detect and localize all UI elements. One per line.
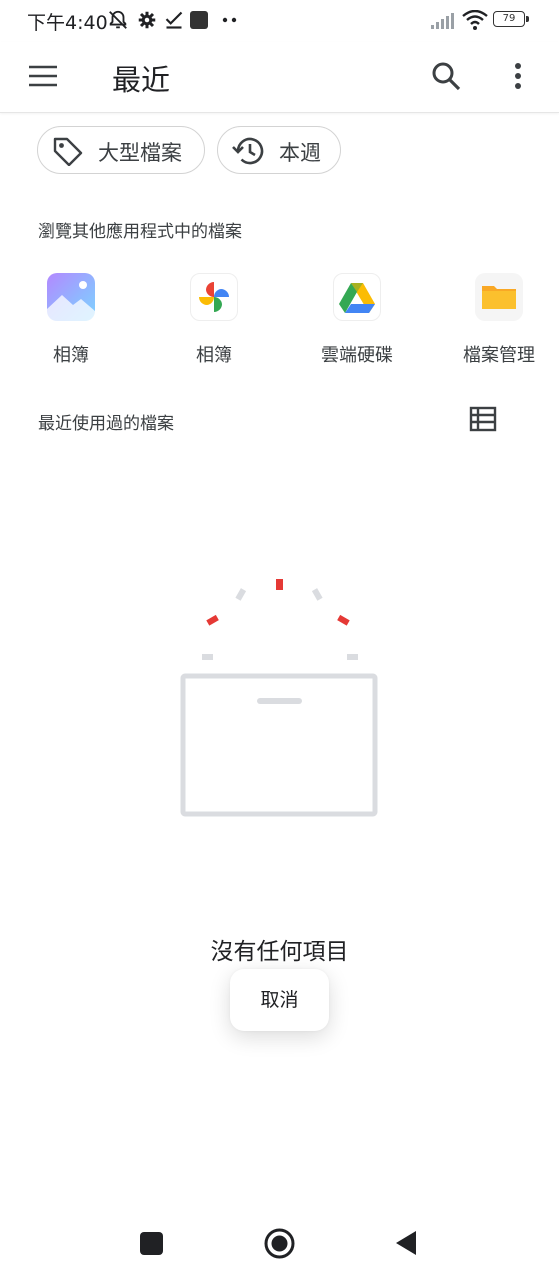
check-icon xyxy=(165,11,183,29)
app-google-photos[interactable]: 相簿 xyxy=(169,270,259,367)
more-dots-icon xyxy=(222,17,237,23)
home-circle-icon[interactable] xyxy=(263,1227,296,1260)
status-time: 下午4:40 xyxy=(27,12,108,34)
gear-icon xyxy=(138,11,156,29)
recents-square-icon[interactable] xyxy=(140,1232,163,1255)
empty-state-text: 沒有任何項目 xyxy=(210,939,349,965)
mute-bell-icon xyxy=(109,10,127,29)
chip-large-files[interactable]: 大型檔案 xyxy=(37,126,205,174)
gallery-icon xyxy=(47,273,95,321)
app-label: 相簿 xyxy=(196,345,232,366)
recent-section-title: 最近使用過的檔案 xyxy=(38,414,174,434)
list-view-icon[interactable] xyxy=(469,406,497,432)
app-gallery[interactable]: 相簿 xyxy=(26,270,116,367)
chip-label: 大型檔案 xyxy=(98,141,182,165)
signal-icon xyxy=(431,13,454,29)
google-photos-icon xyxy=(190,273,238,321)
app-label: 雲端硬碟 xyxy=(321,345,393,366)
app-bar: 最近 xyxy=(0,42,559,113)
app-google-drive[interactable]: 雲端硬碟 xyxy=(312,270,402,367)
chip-label: 本週 xyxy=(279,141,321,165)
tag-icon xyxy=(53,137,83,166)
cancel-button[interactable]: 取消 xyxy=(230,969,329,1031)
app-label: 檔案管理 xyxy=(463,345,535,366)
chip-this-week[interactable]: 本週 xyxy=(217,126,341,174)
menu-icon[interactable] xyxy=(27,62,59,90)
app-square-icon xyxy=(190,11,208,29)
google-drive-icon xyxy=(333,273,381,321)
system-nav-bar xyxy=(0,1200,559,1280)
history-icon xyxy=(232,137,264,165)
search-icon[interactable] xyxy=(430,60,462,92)
battery-icon: 79 xyxy=(493,11,529,27)
back-triangle-icon[interactable] xyxy=(394,1229,418,1257)
wifi-icon xyxy=(462,10,488,30)
app-file-manager[interactable]: 檔案管理 xyxy=(454,270,544,367)
status-bar: 下午4:40 79 xyxy=(0,0,559,42)
more-vert-icon[interactable] xyxy=(510,61,526,91)
folder-icon xyxy=(475,273,523,321)
browse-section-title: 瀏覽其他應用程式中的檔案 xyxy=(38,222,242,242)
empty-box-icon xyxy=(180,579,378,817)
page-title: 最近 xyxy=(112,63,171,97)
app-label: 相簿 xyxy=(53,345,89,366)
